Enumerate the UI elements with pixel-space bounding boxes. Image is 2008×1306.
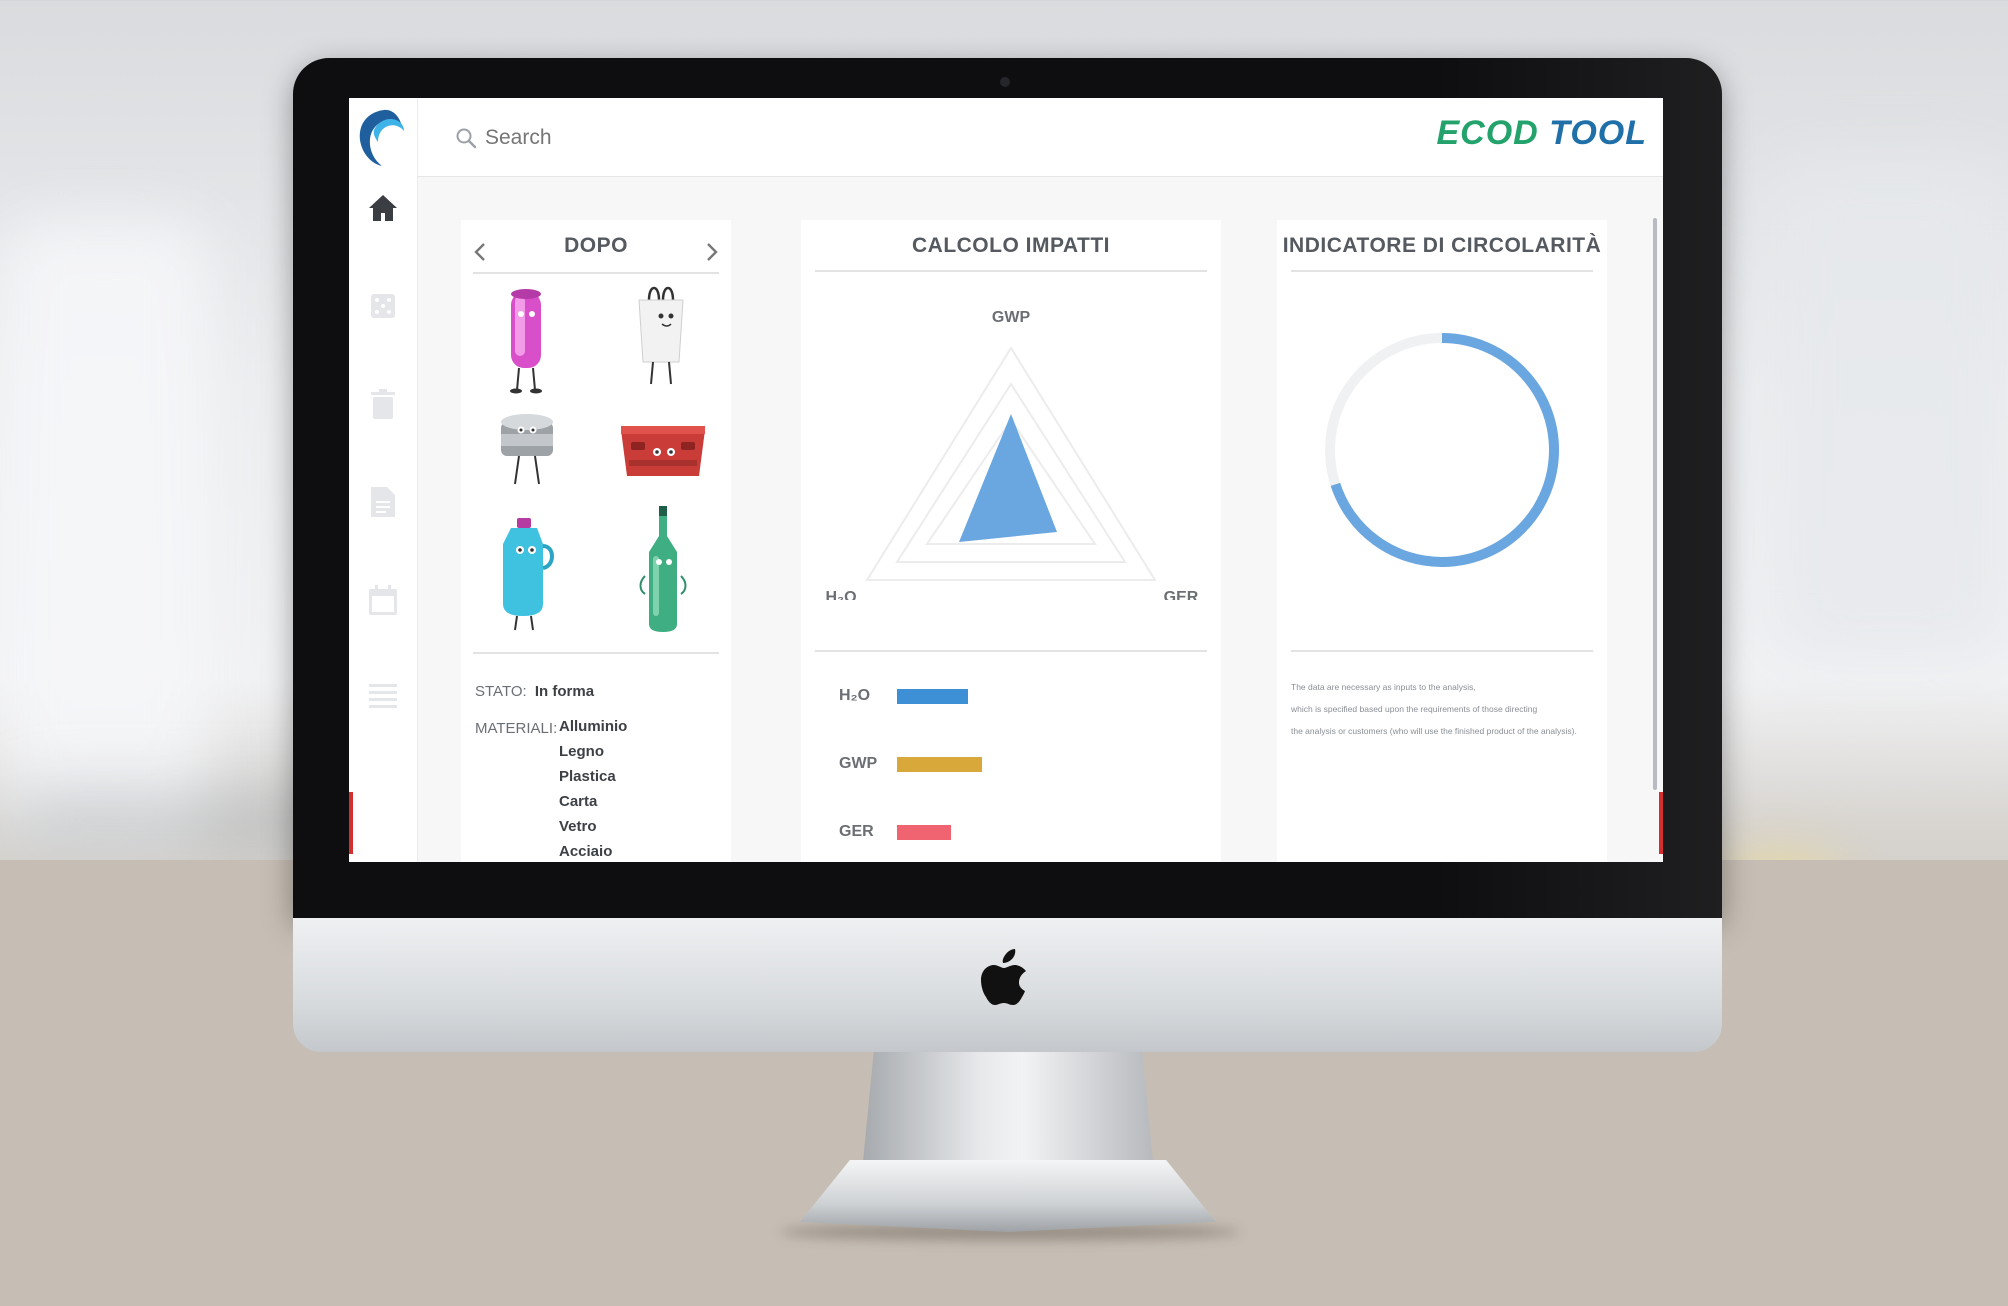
list-item: Vetro — [559, 818, 597, 835]
sidebar — [349, 176, 418, 862]
legend-bar — [897, 688, 968, 704]
dice-icon — [371, 294, 395, 318]
status-value: In forma — [534, 683, 595, 700]
products-panel: DOPO STATO: In forma MATERIALI: Allumini… — [461, 220, 731, 862]
legend-label: H₂O — [839, 687, 871, 704]
calendar-icon — [369, 585, 397, 615]
search-input[interactable] — [485, 126, 725, 150]
shopping-bag-character[interactable] — [631, 280, 691, 392]
legend-row: H₂O — [839, 687, 968, 705]
list-item: Plastica — [559, 768, 616, 785]
impact-panel-title: CALCOLO IMPATTI — [911, 234, 1111, 257]
menu-icon — [369, 684, 397, 708]
legend-bar — [897, 756, 982, 772]
stand-neck — [862, 1052, 1154, 1172]
tin-can-character[interactable] — [495, 410, 559, 490]
list-item: Carta — [559, 793, 598, 810]
list-item: Alluminio — [559, 718, 628, 735]
brand-part2: TOOL — [1549, 114, 1647, 152]
circularity-panel-title: INDICATORE DI CIRCOLARITÀ — [1282, 234, 1602, 257]
wave-logo-icon — [359, 109, 404, 166]
stand-base — [800, 1160, 1216, 1232]
sidebar-item-trash[interactable] — [363, 384, 403, 424]
status-row: STATO: In forma — [475, 683, 594, 700]
list-item: Acciaio — [559, 843, 613, 860]
materials-list: Alluminio Legno Plastica Carta Vetro Acc… — [559, 714, 627, 862]
green-bottle-character[interactable] — [639, 506, 687, 636]
legend-row: GER — [839, 823, 951, 841]
list-item: Legno — [559, 743, 604, 760]
brand-wordmark: ECOD TOOL — [1436, 114, 1647, 153]
apple-logo — [981, 949, 1026, 1005]
search-icon — [456, 128, 477, 149]
materials-row: MATERIALI: — [475, 720, 557, 737]
status-label: STATO: — [475, 683, 527, 700]
legend-label: GWP — [839, 755, 878, 772]
app-screen: ECOD TOOL — [349, 98, 1663, 862]
legend-label: GER — [839, 823, 874, 840]
legend-bar — [897, 824, 951, 840]
radar-axis-label: H₂O — [825, 589, 856, 600]
home-icon — [369, 195, 397, 221]
sidebar-item-dice[interactable] — [363, 286, 403, 326]
top-bar: ECOD TOOL — [349, 98, 1663, 177]
legend-row: GWP — [839, 755, 982, 773]
logo-container[interactable] — [349, 98, 418, 176]
note-line: which is specified based upon the requir… — [1291, 704, 1538, 714]
brand-part1: ECOD — [1436, 114, 1539, 152]
search-bar[interactable] — [455, 122, 755, 154]
note-line: The data are necessary as inputs to the … — [1291, 682, 1476, 692]
sidebar-item-document[interactable] — [363, 482, 403, 522]
radar-axis-label: GWP — [992, 309, 1031, 326]
sidebar-item-home[interactable] — [363, 188, 403, 228]
sidebar-item-menu[interactable] — [363, 676, 403, 716]
next-button[interactable] — [699, 240, 723, 264]
info-note: The data are necessary as inputs to the … — [1291, 676, 1577, 742]
detergent-bottle-character[interactable] — [493, 516, 561, 634]
red-crate-character[interactable] — [617, 416, 709, 486]
document-icon — [371, 487, 395, 517]
pink-can-character[interactable] — [501, 286, 551, 394]
radar-axis-label: GER — [1164, 589, 1199, 600]
webcam — [1000, 77, 1010, 87]
chevron-right-icon — [707, 243, 718, 261]
radar-chart: GWP H₂O GER — [825, 309, 1199, 600]
materials-label: MATERIALI: — [475, 720, 558, 737]
products-panel-title: DOPO — [564, 234, 628, 257]
impact-panel: CALCOLO IMPATTI GWP H₂O GER H₂O GWP GER — [801, 220, 1221, 862]
circularity-panel: INDICATORE DI CIRCOLARITÀ The data are n… — [1277, 220, 1607, 862]
scrollbar[interactable] — [1653, 218, 1657, 790]
sidebar-item-calendar[interactable] — [363, 580, 403, 620]
trash-icon — [371, 389, 395, 419]
note-line: the analysis or customers (who will use … — [1291, 726, 1577, 736]
circularity-ring — [1325, 333, 1559, 567]
